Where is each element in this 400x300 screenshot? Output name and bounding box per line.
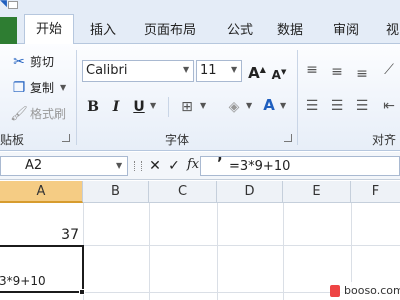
underline-icon[interactable]: U [131,97,147,117]
tab-review[interactable]: 审阅 [333,17,359,44]
group-separator [297,50,298,145]
tab-view[interactable]: 视 [386,17,399,44]
column-header-d[interactable]: D [217,181,283,203]
cut-button[interactable]: ✂ 剪切 [10,52,70,72]
tab-formulas[interactable]: 公式 [227,17,253,44]
font-size-select[interactable]: 11 ▼ [196,60,242,82]
copy-label: 复制 [30,81,55,95]
align-middle-icon[interactable]: ≡ [328,62,346,82]
tab-home[interactable]: 开始 [24,14,74,45]
chevron-down-icon: ▼ [183,65,190,74]
name-box-value: A2 [25,158,43,173]
cell-a2-selected[interactable]: 3*9+10 [0,245,84,293]
font-group-label: 字体 [165,133,190,147]
font-name-select[interactable]: Calibri ▼ [82,60,194,82]
formula-input[interactable]: ’ =3*9+10 [200,154,400,176]
scissors-icon: ✂ [13,54,25,70]
cell-a1-value: 37 [61,227,79,243]
clipboard-group-label: 贴板 [0,133,25,147]
italic-icon[interactable]: I [108,97,124,117]
chevron-down-icon: ▼ [116,161,123,170]
decrease-indent-icon[interactable]: ⇤ [380,96,398,116]
gridline [149,203,150,300]
cell-a1[interactable]: 37 [0,203,83,245]
column-header-a[interactable]: A [0,181,83,203]
font-size-value: 11 [200,63,217,78]
alignment-group-label: 对齐 [372,133,397,147]
column-header-f[interactable]: F [351,181,400,203]
align-right-icon[interactable]: ☰ [353,96,371,116]
column-header-b[interactable]: B [83,181,149,203]
format-painter-button[interactable]: 🖌 格式刷 [10,104,72,124]
fill-color-icon[interactable]: ◈ [225,97,243,117]
chevron-down-icon: ▼ [60,83,67,92]
watermark-text: booso.com [344,284,400,297]
watermark-logo [330,285,340,297]
format-painter-label: 格式刷 [30,107,67,121]
resize-handle[interactable] [134,161,142,171]
gridline [283,203,284,300]
bold-icon[interactable]: B [85,97,101,117]
excel-window: ◥ 开始 插入 页面布局 公式 数据 审阅 视 ✂ 剪切 ❐ 复制 ▼ 🖌 格式… [0,0,400,300]
grow-font-icon[interactable]: A▲ [248,60,266,83]
chevron-down-icon[interactable]: ▼ [150,101,156,110]
group-divider [168,97,169,117]
copy-icon: ❐ [12,80,26,96]
column-header-e[interactable]: E [283,181,351,203]
copy-button[interactable]: ❐ 复制 ▼ [10,78,72,98]
dialog-launcher-icon[interactable] [62,134,70,142]
dialog-launcher-icon[interactable] [284,134,292,142]
file-tab[interactable] [0,17,17,44]
font-name-value: Calibri [86,63,128,78]
tab-data[interactable]: 数据 [277,17,303,44]
chevron-down-icon: ▼ [231,65,238,74]
align-center-icon[interactable]: ☰ [328,96,346,116]
fill-handle[interactable] [79,289,85,295]
align-top-icon[interactable]: ≡ [303,60,321,80]
name-box[interactable]: A2 ▼ [0,156,128,176]
enter-icon[interactable]: ✓ [166,156,182,176]
gridline [217,203,218,300]
chevron-down-icon[interactable]: ▼ [246,101,252,110]
borders-icon[interactable]: ⊞ [178,97,196,117]
font-color-icon[interactable]: A [262,95,276,115]
cut-label: 剪切 [30,55,55,69]
group-separator [76,50,77,145]
cell-a2-text: 3*9+10 [0,274,46,288]
quick-access-dropdown-icon[interactable] [8,1,18,9]
align-left-icon[interactable]: ☰ [303,96,321,116]
align-bottom-icon[interactable]: ≡ [353,64,371,84]
chevron-down-icon[interactable]: ▼ [200,101,206,110]
tab-insert[interactable]: 插入 [90,17,116,44]
cancel-icon[interactable]: ✕ [147,156,163,176]
shrink-font-icon[interactable]: A▼ [270,62,288,85]
formula-text: =3*9+10 [229,159,291,174]
orientation-icon[interactable]: ⟋ [380,60,398,80]
paintbrush-icon: 🖌 [10,106,28,122]
formula-apostrophe: ’ [217,154,223,172]
column-header-c[interactable]: C [149,181,217,203]
watermark: booso.com [330,282,400,300]
insert-function-button[interactable]: fx [187,157,199,172]
tab-page-layout[interactable]: 页面布局 [144,17,196,44]
chevron-down-icon[interactable]: ▼ [280,101,286,110]
